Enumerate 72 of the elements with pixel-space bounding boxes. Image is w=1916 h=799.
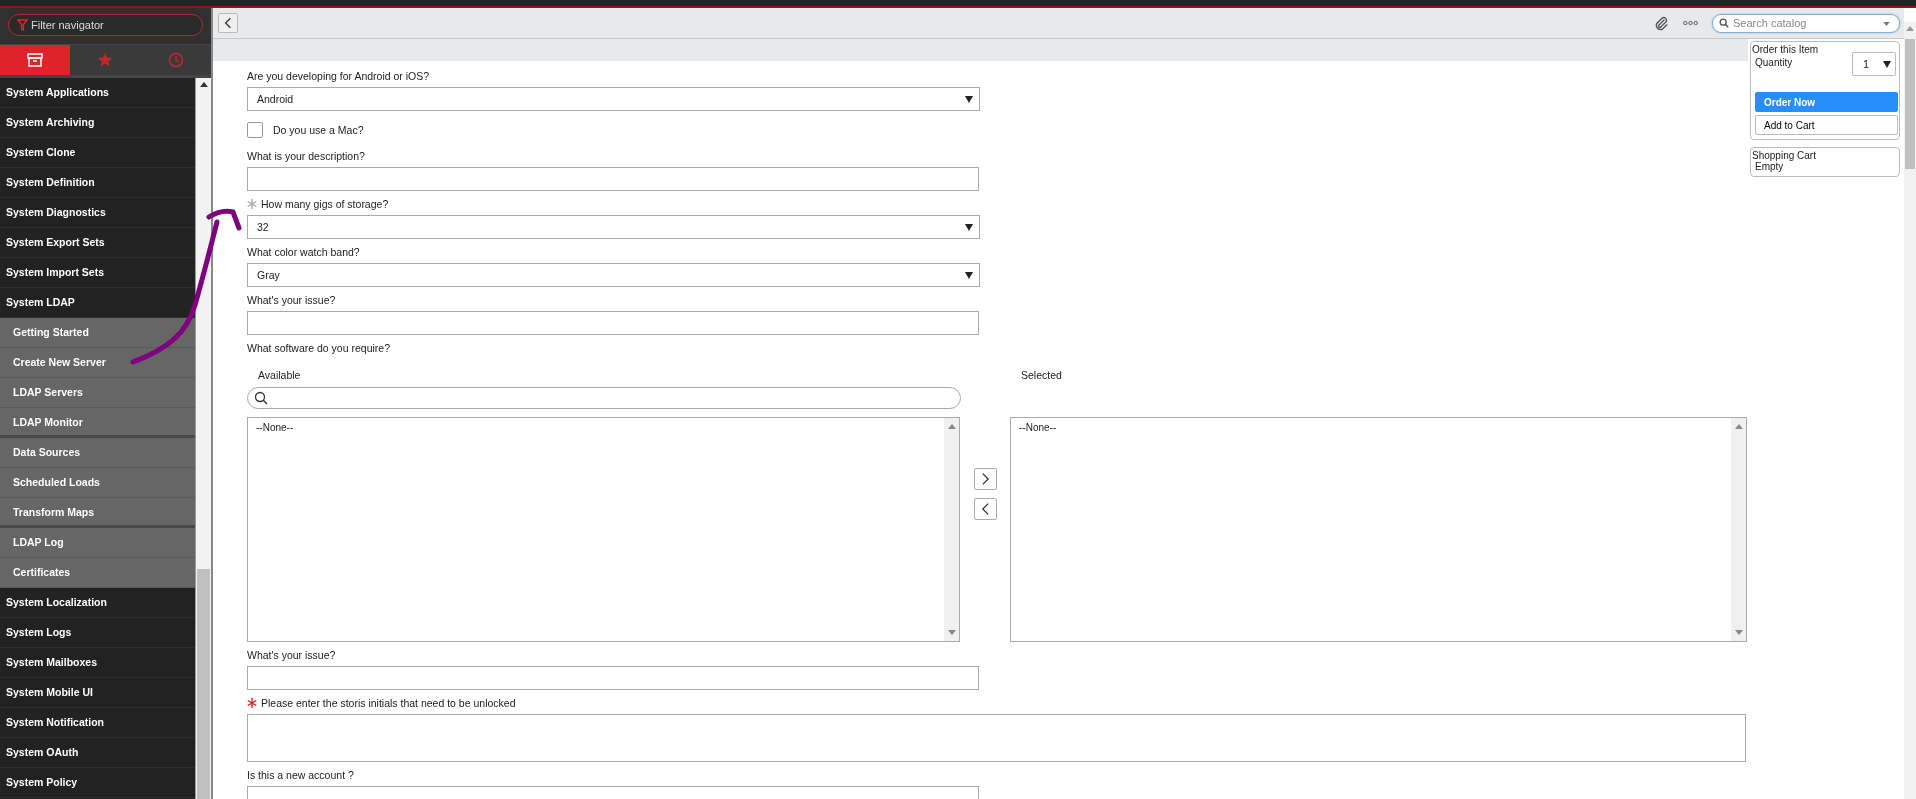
up-arrow-icon[interactable] — [199, 82, 208, 87]
nav-subitem[interactable]: Scheduled Loads — [0, 468, 196, 498]
scrollbar[interactable] — [1731, 418, 1746, 641]
selected-list[interactable]: --None-- — [1010, 417, 1747, 642]
list-option[interactable]: --None-- — [256, 422, 936, 433]
quantity-label: Quantity — [1755, 57, 1793, 70]
caret-icon — [965, 271, 973, 279]
scrollbar[interactable] — [195, 78, 211, 799]
chevron-right-icon — [981, 472, 990, 486]
select-field[interactable]: 32 — [247, 215, 980, 239]
clock-icon — [167, 52, 184, 68]
field-label: How many gigs of storage? — [261, 198, 389, 210]
caret-icon — [965, 95, 973, 103]
nav-subitem[interactable]: Transform Maps — [0, 498, 196, 528]
panel-title: Order this Item — [1752, 44, 1820, 55]
filter-icon — [17, 19, 28, 32]
select-field[interactable]: Android — [247, 87, 980, 111]
chevron-left-icon — [224, 17, 232, 29]
scrollbar[interactable] — [944, 418, 959, 641]
nav-subitem[interactable]: Certificates — [0, 558, 196, 588]
star-icon — [97, 52, 114, 68]
nav-subitem[interactable]: Create New Server — [0, 348, 196, 378]
select-field[interactable]: Gray — [247, 263, 980, 287]
field-label: Please enter the storis initials that need to be unlocked — [261, 697, 516, 709]
input-field[interactable] — [247, 311, 979, 335]
nav-subitem[interactable]: Data Sources — [0, 438, 196, 468]
search-icon — [1719, 17, 1729, 28]
field-label: What's your issue? — [247, 294, 336, 306]
scrollbar-thumb[interactable] — [197, 569, 211, 799]
field-label: What software do you require? — [247, 342, 390, 354]
field-label: What color watch band? — [247, 246, 360, 258]
scrollbar-thumb[interactable] — [1905, 39, 1915, 169]
move-left-button[interactable] — [974, 498, 997, 520]
paperclip-icon[interactable] — [1654, 15, 1669, 31]
chevron-left-icon — [981, 502, 990, 516]
checkbox[interactable] — [247, 122, 263, 138]
down-arrow-icon[interactable] — [947, 630, 956, 635]
available-list[interactable]: --None-- — [247, 417, 960, 642]
down-arrow-icon[interactable] — [1734, 630, 1743, 635]
input-field[interactable] — [247, 666, 979, 690]
filter-field[interactable]: Filter navigator — [8, 14, 203, 36]
search-icon — [254, 391, 268, 405]
navigator-tab[interactable] — [140, 45, 211, 75]
scrollbar[interactable] — [1904, 22, 1916, 799]
nav-subitem[interactable]: LDAP Log — [0, 528, 196, 558]
panel-title: Shopping Cart — [1752, 150, 1817, 161]
field-label: Are you developing for Android or iOS? — [247, 70, 430, 82]
caret-icon[interactable] — [1883, 21, 1890, 26]
input-field[interactable] — [247, 167, 979, 191]
box-icon — [27, 52, 44, 68]
cart-button[interactable]: Add to Cart — [1755, 115, 1898, 135]
list-title: Selected — [1020, 369, 1063, 383]
nav-subitem[interactable]: LDAP Monitor — [0, 408, 196, 438]
move-right-button[interactable] — [974, 468, 997, 490]
text-area[interactable] — [247, 714, 1746, 762]
field-label: What is your description? — [247, 150, 365, 162]
nav-subitem[interactable]: Getting Started — [0, 318, 196, 348]
caret-icon — [965, 223, 973, 231]
caret-icon — [1883, 60, 1891, 68]
nav-subitem[interactable]: LDAP Servers — [0, 378, 196, 408]
list-title: Available — [257, 369, 302, 383]
quantity-select[interactable]: 1 — [1852, 52, 1896, 76]
list-option[interactable]: --None-- — [1019, 422, 1723, 433]
field-label: What's your issue? — [247, 649, 336, 661]
checkbox-label: Do you use a Mac? — [273, 124, 364, 136]
back-button[interactable] — [218, 13, 238, 33]
cart-status: Empty — [1755, 161, 1784, 172]
navigator-tab[interactable] — [70, 45, 141, 75]
search-field[interactable]: Search catalog — [1712, 13, 1900, 33]
field-label: Is this a new account ? — [247, 769, 354, 781]
more-icon[interactable] — [1683, 20, 1698, 26]
navigator-tab[interactable] — [0, 45, 71, 75]
